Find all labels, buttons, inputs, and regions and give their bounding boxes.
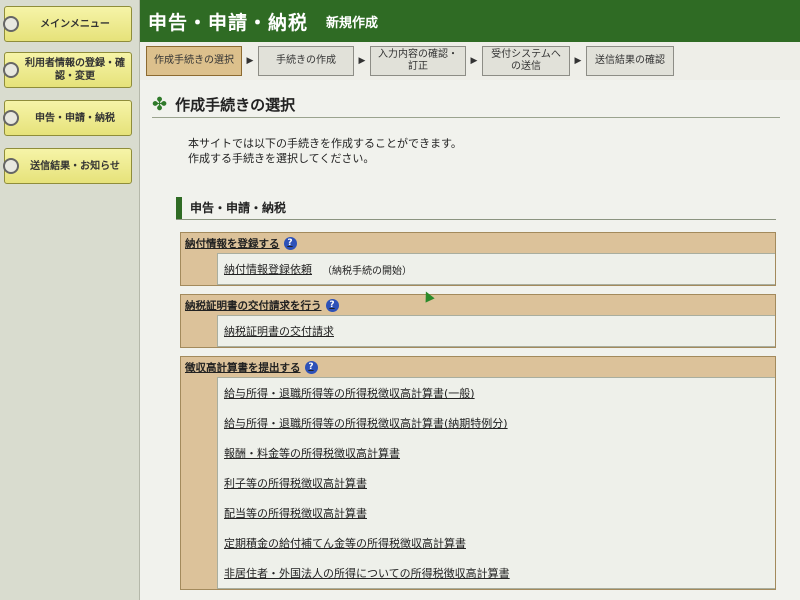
sidebar-item-label: 申告・申請・納税: [35, 112, 115, 124]
step-select: 作成手続きの選択: [146, 46, 242, 76]
procedure-link[interactable]: 定期積金の給付補てん金等の所得税徴収高計算書: [224, 535, 466, 551]
group-tax-certificate: 納税証明書の交付請求を行う ? 納税証明書の交付請求: [180, 294, 776, 348]
intro-text: 本サイトでは以下の手続きを作成することができます。 作成する手続きを選択してくだ…: [188, 136, 462, 166]
arrow-right-icon: ▶: [358, 56, 366, 66]
group-body: 納税証明書の交付請求: [217, 315, 775, 347]
group-body: 納付情報登録依頼 （納税手続の開始）: [217, 253, 775, 285]
list-item: 定期積金の給付補てん金等の所得税徴収高計算書: [218, 528, 775, 558]
intro-line: 作成する手続きを選択してください。: [188, 152, 375, 165]
list-item: 給与所得・退職所得等の所得税徴収高計算書(一般): [218, 378, 775, 408]
group-title: 納付情報を登録する: [185, 237, 280, 250]
procedure-link[interactable]: 給与所得・退職所得等の所得税徴収高計算書(一般): [224, 385, 475, 401]
list-item: 納付情報登録依頼 （納税手続の開始）: [218, 254, 775, 284]
procedure-link[interactable]: 報酬・料金等の所得税徴収高計算書: [224, 445, 400, 461]
arrow-right-icon: ▶: [470, 56, 478, 66]
procedure-link[interactable]: 配当等の所得税徴収高計算書: [224, 505, 367, 521]
clock-icon: [3, 110, 19, 126]
category-heading: 申告・申請・納税: [176, 196, 776, 220]
page-header: 申告・申請・納税 新規作成: [140, 0, 800, 42]
step-label: 受付システムへの送信: [491, 49, 561, 72]
step-confirm: 入力内容の確認・訂正: [370, 46, 466, 76]
sidebar-item-label: 送信結果・お知らせ: [30, 160, 120, 172]
user-icon: [3, 62, 19, 78]
procedure-link[interactable]: 納付情報登録依頼: [224, 261, 312, 277]
procedure-link[interactable]: 非居住者・外国法人の所得についての所得税徴収高計算書: [224, 565, 510, 581]
step-send: 受付システムへの送信: [482, 46, 570, 76]
home-icon: [3, 16, 19, 32]
group-heading: 納税証明書の交付請求を行う ?: [181, 295, 775, 315]
help-icon[interactable]: ?: [325, 298, 339, 312]
procedure-link[interactable]: 納税証明書の交付請求: [224, 323, 334, 339]
sidebar-item-label: 利用者情報の登録・確認・変更: [25, 58, 125, 82]
step-label: 手続きの作成: [276, 55, 336, 66]
step-label: 送信結果の確認: [595, 55, 665, 66]
arrow-right-icon: ▶: [246, 56, 254, 66]
category-bar: [176, 196, 182, 219]
notice-icon: [3, 158, 19, 174]
step-create: 手続きの作成: [258, 46, 354, 76]
section-title: ✤ 作成手続きの選択: [152, 92, 780, 118]
group-withholding-statement: 徴収高計算書を提出する ? 給与所得・退職所得等の所得税徴収高計算書(一般) 給…: [180, 356, 776, 590]
sidebar-item-main-menu[interactable]: メインメニュー: [3, 6, 132, 42]
intro-line: 本サイトでは以下の手続きを作成することができます。: [188, 137, 462, 150]
list-item: 配当等の所得税徴収高計算書: [218, 498, 775, 528]
sidebar-item-label: メインメニュー: [40, 18, 110, 30]
group-heading: 徴収高計算書を提出する ?: [181, 357, 775, 377]
group-title: 納税証明書の交付請求を行う: [185, 299, 322, 312]
list-item: 給与所得・退職所得等の所得税徴収高計算書(納期特例分): [218, 408, 775, 438]
section-title-text: 作成手続きの選択: [175, 96, 296, 114]
clover-icon: ✤: [152, 94, 168, 115]
procedure-link[interactable]: 給与所得・退職所得等の所得税徴収高計算書(納期特例分): [224, 415, 508, 431]
step-result: 送信結果の確認: [586, 46, 674, 76]
list-item: 利子等の所得税徴収高計算書: [218, 468, 775, 498]
sidebar: メインメニュー 利用者情報の登録・確認・変更 申告・申請・納税 送信結果・お知ら…: [0, 0, 140, 600]
step-label: 入力内容の確認・訂正: [378, 49, 458, 72]
group-body: 給与所得・退職所得等の所得税徴収高計算書(一般) 給与所得・退職所得等の所得税徴…: [217, 377, 775, 589]
category-title: 申告・申請・納税: [190, 201, 287, 215]
group-heading: 納付情報を登録する ?: [181, 233, 775, 253]
main-content: ✤ 作成手続きの選択 本サイトでは以下の手続きを作成することができます。 作成す…: [140, 80, 800, 600]
page-title: 申告・申請・納税: [148, 11, 309, 34]
arrow-right-icon: ▶: [574, 56, 582, 66]
list-item: 納税証明書の交付請求: [218, 316, 775, 346]
sidebar-item-results[interactable]: 送信結果・お知らせ: [3, 148, 132, 184]
step-progress: 作成手続きの選択 ▶ 手続きの作成 ▶ 入力内容の確認・訂正 ▶ 受付システムへ…: [140, 42, 800, 80]
help-icon[interactable]: ?: [304, 360, 318, 374]
sidebar-item-filing[interactable]: 申告・申請・納税: [3, 100, 132, 136]
step-label: 作成手続きの選択: [154, 55, 234, 66]
list-item: 非居住者・外国法人の所得についての所得税徴収高計算書: [218, 558, 775, 588]
group-title: 徴収高計算書を提出する: [185, 361, 301, 374]
sidebar-item-user-info[interactable]: 利用者情報の登録・確認・変更: [3, 52, 132, 88]
help-icon[interactable]: ?: [283, 236, 297, 250]
procedure-note: （納税手続の開始）: [322, 265, 412, 277]
page-subtitle: 新規作成: [326, 15, 379, 31]
procedure-link[interactable]: 利子等の所得税徴収高計算書: [224, 475, 367, 491]
group-payment-info: 納付情報を登録する ? 納付情報登録依頼 （納税手続の開始）: [180, 232, 776, 286]
list-item: 報酬・料金等の所得税徴収高計算書: [218, 438, 775, 468]
